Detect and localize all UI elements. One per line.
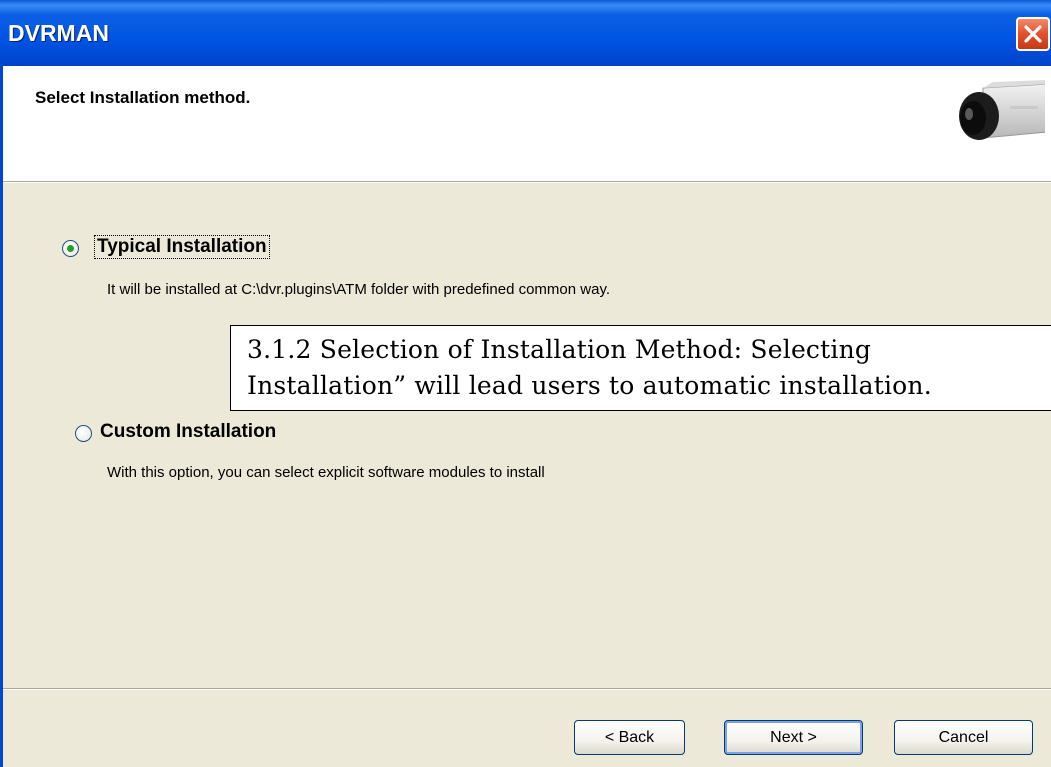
annotation-line-2: Installation” will lead users to automat… (247, 370, 932, 400)
custom-install-label[interactable]: Custom Installation (100, 421, 276, 443)
annotation-line-1: 3.1.2 Selection of Installation Method: … (247, 335, 872, 364)
header-panel: Select Installation method. (3, 66, 1051, 181)
close-icon (1024, 25, 1042, 43)
next-button[interactable]: Next > (724, 720, 863, 755)
radio-selected-dot (67, 245, 74, 252)
custom-install-description: With this option, you can select explici… (107, 464, 545, 481)
next-button-label: Next > (770, 728, 817, 746)
close-button[interactable] (1016, 17, 1050, 51)
custom-install-radio[interactable] (75, 425, 92, 442)
typical-install-description: It will be installed at C:\dvr.plugins\A… (107, 281, 610, 298)
annotation-overlay: 3.1.2 Selection of Installation Method: … (230, 325, 1051, 411)
window-title: DVRMAN (8, 20, 109, 46)
cancel-button-label: Cancel (938, 728, 989, 746)
cancel-button[interactable]: Cancel (894, 720, 1033, 755)
typical-install-radio[interactable] (62, 240, 79, 257)
camera-icon (959, 80, 1045, 140)
back-button[interactable]: < Back (574, 720, 685, 755)
typical-install-label[interactable]: Typical Installation (94, 235, 270, 259)
title-bar: DVRMAN (0, 0, 1051, 66)
back-button-label: < Back (604, 728, 655, 746)
page-title: Select Installation method. (35, 88, 251, 107)
